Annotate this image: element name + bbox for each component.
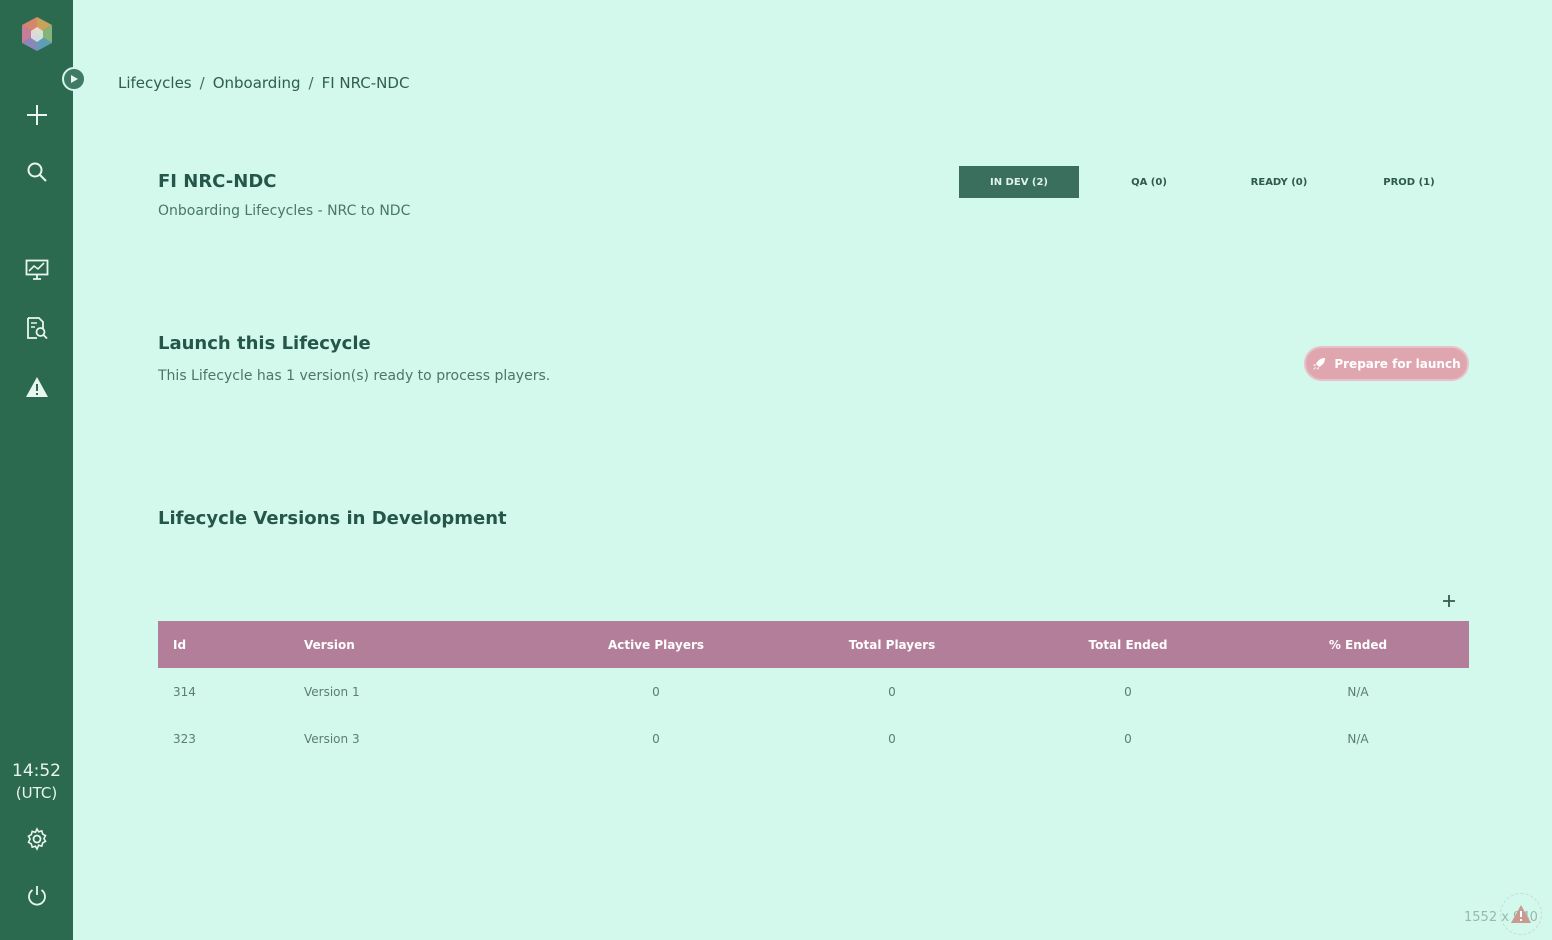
launch-section-title: Launch this Lifecycle [158, 333, 371, 354]
column-header-total-ended[interactable]: Total Ended [1010, 638, 1246, 652]
column-header-active-players[interactable]: Active Players [538, 638, 774, 652]
page-subtitle: Onboarding Lifecycles - NRC to NDC [158, 203, 411, 219]
cell-percent-ended: N/A [1347, 684, 1369, 699]
tab-ready[interactable]: READY (0) [1219, 166, 1339, 198]
clock: 14:52 (UTC) [0, 760, 73, 804]
add-version-button[interactable] [1438, 590, 1460, 612]
prepare-for-launch-label: Prepare for launch [1334, 356, 1461, 371]
cell-id: 314 [173, 684, 196, 699]
logo-icon[interactable] [0, 14, 73, 54]
tab-in-dev[interactable]: IN DEV (2) [959, 166, 1079, 198]
plus-icon [1443, 595, 1455, 607]
clock-time: 14:52 [12, 761, 61, 781]
cell-id: 323 [173, 731, 196, 746]
breadcrumb-item-lifecycles[interactable]: Lifecycles [118, 74, 192, 92]
power-icon[interactable] [0, 876, 73, 916]
table-row[interactable]: 314 Version 1 0 0 0 N/A [158, 668, 1469, 715]
breadcrumb-separator: / [308, 74, 314, 92]
cell-total-ended: 0 [1124, 731, 1132, 746]
cell-active-players: 0 [652, 731, 660, 746]
launch-description: This Lifecycle has 1 version(s) ready to… [158, 368, 551, 384]
cell-total-ended: 0 [1124, 684, 1132, 699]
clock-timezone: (UTC) [15, 784, 58, 802]
sidebar: 14:52 (UTC) [0, 0, 73, 940]
search-icon[interactable] [0, 152, 73, 192]
monitor-chart-icon[interactable] [0, 250, 73, 290]
prepare-for-launch-button[interactable]: Prepare for launch [1304, 346, 1469, 381]
rocket-icon [1313, 357, 1326, 370]
tab-prod[interactable]: PROD (1) [1349, 166, 1469, 198]
cell-version: Version 3 [304, 731, 360, 746]
column-header-version[interactable]: Version [288, 638, 538, 652]
table-header: Id Version Active Players Total Players … [158, 621, 1469, 668]
cell-total-players: 0 [888, 684, 896, 699]
breadcrumb-item-current: FI NRC-NDC [321, 74, 410, 92]
cell-version: Version 1 [304, 684, 360, 699]
stage-tabs: IN DEV (2) QA (0) READY (0) PROD (1) [959, 166, 1479, 198]
plus-icon[interactable] [0, 95, 73, 135]
breadcrumb-separator: / [199, 74, 205, 92]
column-header-percent-ended[interactable]: % Ended [1246, 638, 1470, 652]
column-header-id[interactable]: Id [158, 638, 288, 652]
versions-table: Id Version Active Players Total Players … [158, 621, 1469, 762]
column-header-total-players[interactable]: Total Players [774, 638, 1010, 652]
gear-icon[interactable] [0, 819, 73, 859]
cell-percent-ended: N/A [1347, 731, 1369, 746]
tab-qa[interactable]: QA (0) [1089, 166, 1209, 198]
breadcrumb-item-onboarding[interactable]: Onboarding [213, 74, 301, 92]
table-row[interactable]: 323 Version 3 0 0 0 N/A [158, 715, 1469, 762]
sidebar-toggle-button[interactable] [62, 67, 86, 91]
warning-icon[interactable] [0, 367, 73, 407]
breadcrumb: Lifecycles / Onboarding / FI NRC-NDC [118, 74, 409, 92]
warning-icon[interactable] [1500, 893, 1542, 935]
play-icon [71, 75, 78, 83]
cell-active-players: 0 [652, 684, 660, 699]
cell-total-players: 0 [888, 731, 896, 746]
document-search-icon[interactable] [0, 308, 73, 348]
versions-section-title: Lifecycle Versions in Development [158, 508, 507, 529]
page-title: FI NRC-NDC [158, 171, 277, 192]
